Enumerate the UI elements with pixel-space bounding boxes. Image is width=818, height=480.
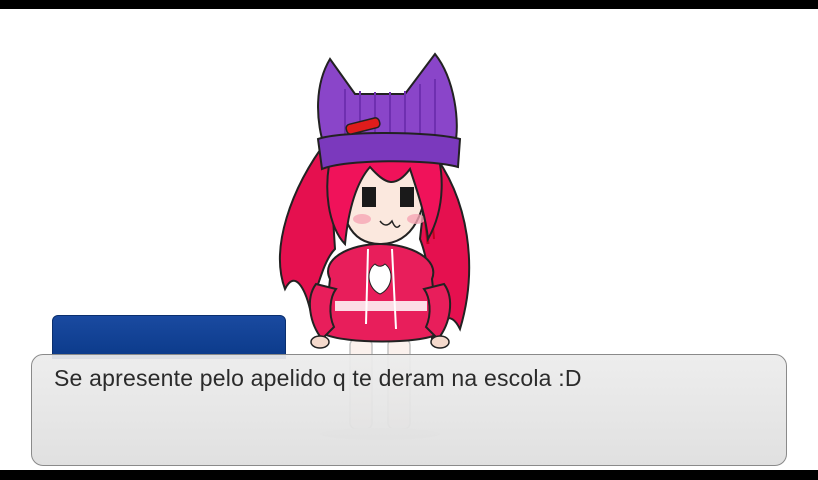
dialog-box[interactable]: Se apresente pelo apelido q te deram na … xyxy=(31,354,787,466)
dialog-text: Se apresente pelo apelido q te deram na … xyxy=(54,365,582,391)
letterbox-bottom xyxy=(0,470,818,480)
letterbox-top xyxy=(0,0,818,9)
game-scene[interactable]: Se apresente pelo apelido q te deram na … xyxy=(0,9,818,470)
speaker-name-plate xyxy=(52,315,286,359)
character-beanie xyxy=(316,52,462,171)
